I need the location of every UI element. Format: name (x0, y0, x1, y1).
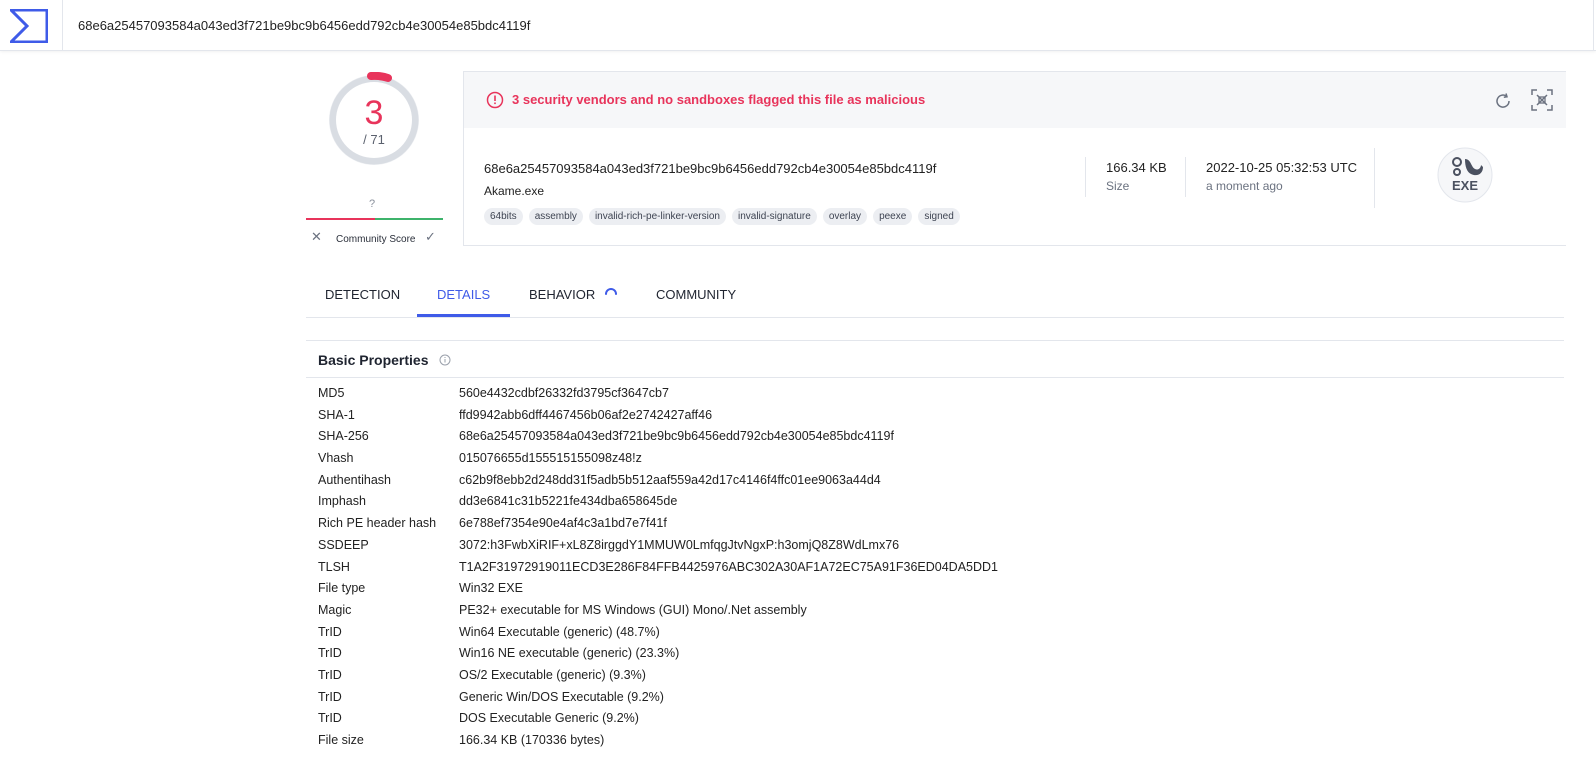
reanalyze-icon[interactable] (1493, 91, 1513, 111)
tag-chip[interactable]: invalid-rich-pe-linker-version (588, 208, 726, 225)
property-value: DOS Executable Generic (9.2%) (459, 711, 639, 726)
tab-detection[interactable]: DETECTION (325, 287, 400, 302)
property-key: SHA-1 (318, 407, 355, 422)
file-tags: 64bits assembly invalid-rich-pe-linker-v… (484, 208, 960, 225)
file-size-value: 166.34 KB (1106, 160, 1167, 175)
property-key: TrID (318, 667, 342, 682)
info-icon[interactable] (439, 354, 451, 366)
divider (1085, 157, 1086, 197)
community-score-bar-harmless (375, 218, 443, 220)
tag-chip[interactable]: peexe (873, 208, 913, 225)
property-key: TrID (318, 646, 342, 661)
property-value: T1A2F31972919011ECD3E286F84FFB4425976ABC… (459, 559, 999, 574)
property-key: SHA-256 (318, 429, 369, 444)
tag-chip[interactable]: assembly (528, 208, 583, 225)
top-bar: 68e6a25457093584a043ed3f721be9bc9b6456ed… (0, 0, 1596, 51)
virustotal-logo-icon[interactable] (10, 9, 48, 43)
property-value: Win32 EXE (459, 581, 523, 596)
alert-circle-icon (486, 91, 504, 109)
tag-chip[interactable]: invalid-signature (731, 208, 817, 225)
analysis-date-label: a moment ago (1206, 179, 1283, 193)
property-value: OS/2 Executable (generic) (9.3%) (459, 667, 646, 682)
property-value: Win64 Executable (generic) (48.7%) (459, 624, 660, 639)
property-key: TrID (318, 624, 342, 639)
tag-chip[interactable]: signed (918, 208, 960, 225)
file-type-badge-text: EXE (1452, 178, 1478, 193)
file-size-label: Size (1106, 179, 1130, 193)
detection-alert-text: 3 security vendors and no sandboxes flag… (512, 92, 926, 107)
property-value: PE32+ executable for MS Windows (GUI) Mo… (459, 602, 807, 617)
property-value: 015076655d155515155098z48!z (459, 451, 642, 466)
report-tabs: DETECTION DETAILS BEHAVIOR COMMUNITY (306, 273, 1564, 318)
property-key: TLSH (318, 559, 350, 574)
exe-file-type-icon: EXE (1437, 147, 1493, 203)
basic-properties-section: Basic Properties MD5 560e4432cdbf26332fd3… (306, 340, 1564, 766)
property-value: 3072:h3FwbXiRIF+xL8Z8irggdY1MMUW0LmfqgJt… (459, 537, 900, 552)
file-hash[interactable]: 68e6a25457093584a043ed3f721be9bc9b6456ed… (484, 161, 936, 176)
tab-community[interactable]: COMMUNITY (656, 287, 736, 302)
detection-count: 3 (364, 94, 384, 132)
property-key: File type (318, 581, 366, 596)
property-key: File size (318, 733, 364, 747)
vote-malicious-icon[interactable]: ✕ (311, 229, 322, 245)
property-value: dd3e6841c31b5221fe434dba658645de (459, 494, 678, 509)
divider (1374, 148, 1375, 208)
search-input[interactable]: 68e6a25457093584a043ed3f721be9bc9b6456ed… (62, 0, 1594, 50)
active-tab-indicator (417, 314, 510, 317)
section-header: Basic Properties (306, 341, 1564, 378)
vote-harmless-icon[interactable]: ✓ (425, 229, 436, 245)
property-value: Win16 NE executable (generic) (23.3%) (459, 646, 680, 661)
property-key: TrID (318, 689, 342, 704)
property-key: TrID (318, 711, 342, 726)
divider (1185, 157, 1186, 197)
file-summary-card: 3 security vendors and no sandboxes flag… (463, 71, 1566, 246)
tab-details[interactable]: DETAILS (437, 287, 490, 302)
similar-files-icon[interactable] (1530, 88, 1554, 112)
property-value: Generic Win/DOS Executable (9.2%) (459, 689, 664, 704)
analysis-date-value: 2022-10-25 05:32:53 UTC (1206, 160, 1358, 175)
property-value: c62b9f8ebb2d248dd31f5adb5b512aaf559a42d1… (459, 472, 881, 487)
engine-total: / 71 (363, 132, 385, 147)
property-value: 166.34 KB (170336 bytes) (459, 733, 605, 747)
property-key: Rich PE header hash (318, 516, 437, 531)
loading-spinner-icon (605, 288, 617, 295)
property-key: Authentihash (318, 472, 391, 487)
tab-behavior[interactable]: BEHAVIOR (529, 287, 595, 302)
property-key: MD5 (318, 386, 345, 400)
property-key: Magic (318, 602, 352, 617)
tag-chip[interactable]: overlay (822, 208, 868, 225)
property-key: Vhash (318, 451, 354, 466)
property-value: ffd9942abb6dff4467456b06af2e2742427aff46 (459, 407, 713, 422)
detection-alert-banner: 3 security vendors and no sandboxes flag… (464, 72, 1566, 128)
property-value: 68e6a25457093584a043ed3f721be9bc9b6456ed… (459, 429, 894, 444)
property-value: 6e788ef7354e90e4af4c3a1bd7e7f41f (459, 516, 667, 531)
property-key: SSDEEP (318, 537, 369, 552)
tag-chip[interactable]: 64bits (484, 208, 523, 225)
community-score-value: ? (369, 198, 376, 210)
file-name: Akame.exe (484, 184, 545, 198)
community-score-bar-malicious (306, 218, 375, 220)
property-value: 560e4432cdbf26332fd3795cf3647cb7 (459, 386, 669, 400)
section-title: Basic Properties (318, 352, 429, 368)
property-key: Imphash (318, 494, 366, 509)
search-input-value: 68e6a25457093584a043ed3f721be9bc9b6456ed… (78, 18, 531, 33)
community-score-label: Community Score (336, 234, 416, 245)
